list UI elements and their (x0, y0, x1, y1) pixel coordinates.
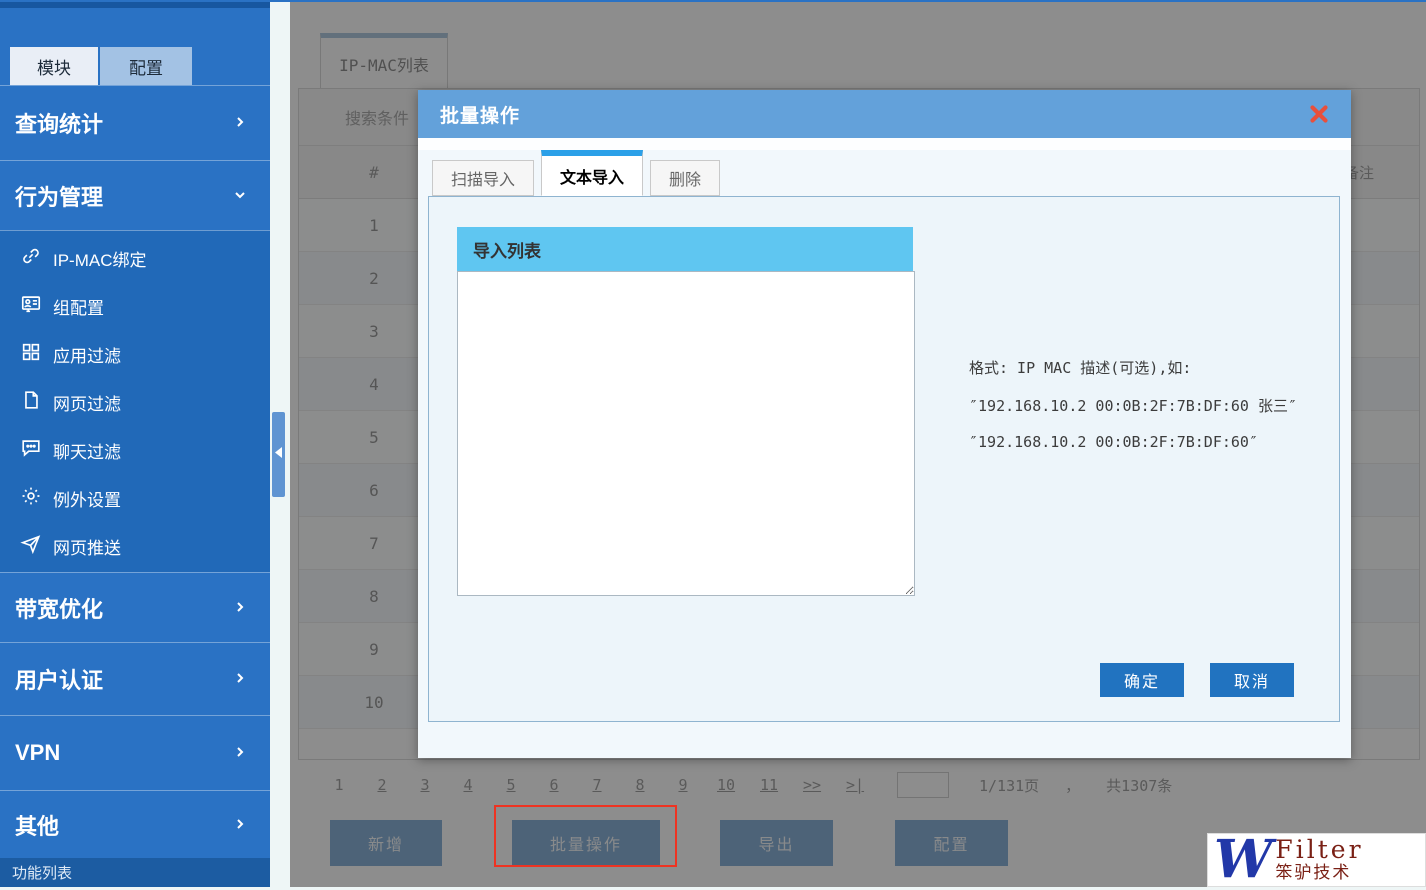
sidebar-group-bandwidth[interactable]: 带宽优化 (0, 572, 270, 642)
chevron-right-icon (232, 595, 248, 621)
format-hint-line: 格式: IP MAC 描述(可选),如: (969, 357, 1297, 378)
logo-w-initial: W (1214, 835, 1272, 885)
sidebar-tabs: 模块 配置 (0, 8, 270, 85)
page-icon (20, 389, 42, 416)
sidebar-footer-function-list[interactable]: 功能列表 (0, 858, 270, 887)
sidebar-item-web-push[interactable]: 网页推送 (0, 522, 270, 570)
link-icon (20, 245, 42, 272)
sidebar-group-other[interactable]: 其他 (0, 790, 270, 858)
group-label: 用户认证 (15, 663, 103, 695)
sidebar-item-web-filter[interactable]: 网页过滤 (0, 378, 270, 426)
sidebar-top-strip (0, 0, 270, 8)
chevron-right-icon (232, 666, 248, 692)
sidebar-submenu: IP-MAC绑定 组配置 应用过滤 网页过滤 聊天过滤 例外设置 网页推送 (0, 230, 270, 572)
chevron-right-icon (232, 110, 248, 136)
id-card-icon (20, 293, 42, 320)
ok-button[interactable]: 确定 (1100, 663, 1184, 697)
submenu-label: 组配置 (53, 294, 104, 319)
batch-operation-modal: 批量操作 扫描导入 文本导入 删除 导入列表 格式: IP MAC 描述(可选)… (418, 90, 1351, 758)
chevron-down-icon (232, 183, 248, 209)
chat-icon (20, 437, 42, 464)
submenu-label: 例外设置 (53, 486, 121, 511)
logo-subtitle: 笨驴技术 (1275, 863, 1363, 883)
gear-icon (20, 485, 42, 512)
sidebar-item-ip-mac-binding[interactable]: IP-MAC绑定 (0, 234, 270, 282)
group-label: 行为管理 (15, 180, 103, 212)
tab-config[interactable]: 配置 (100, 47, 192, 85)
import-list-textarea[interactable] (457, 271, 915, 596)
submenu-label: 应用过滤 (53, 342, 121, 367)
format-hint-line: ″192.168.10.2 00:0B:2F:7B:DF:60″ (969, 433, 1297, 451)
close-icon[interactable] (1309, 104, 1329, 124)
sidebar-item-app-filter[interactable]: 应用过滤 (0, 330, 270, 378)
modal-tabs: 扫描导入 文本导入 删除 (432, 150, 727, 196)
sidebar-group-vpn[interactable]: VPN (0, 715, 270, 790)
tab-modules[interactable]: 模块 (10, 47, 98, 85)
modal-tab-scan-import[interactable]: 扫描导入 (432, 160, 534, 196)
modal-header: 批量操作 (418, 90, 1351, 138)
import-list-header: 导入列表 (457, 227, 913, 271)
group-label: 带宽优化 (15, 592, 103, 624)
sidebar-item-chat-filter[interactable]: 聊天过滤 (0, 426, 270, 474)
submenu-label: 聊天过滤 (53, 438, 121, 463)
sidebar-item-exception-settings[interactable]: 例外设置 (0, 474, 270, 522)
modal-title: 批量操作 (440, 101, 520, 128)
modal-tab-delete[interactable]: 删除 (650, 160, 720, 196)
wfilter-logo: W Filter 笨驴技术 (1207, 833, 1426, 887)
sidebar: 模块 配置 查询统计 行为管理 IP-MAC绑定 组配置 应用过滤 网页过滤 聊… (0, 0, 270, 887)
format-hint: 格式: IP MAC 描述(可选),如: ″192.168.10.2 00:0B… (969, 357, 1297, 468)
submenu-label: 网页推送 (53, 534, 121, 559)
format-hint-line: ″192.168.10.2 00:0B:2F:7B:DF:60 张三″ (969, 395, 1297, 416)
modal-tab-panel: 导入列表 格式: IP MAC 描述(可选),如: ″192.168.10.2 … (428, 196, 1340, 722)
cancel-button[interactable]: 取消 (1210, 663, 1294, 697)
grid-icon (20, 341, 42, 368)
group-label: VPN (15, 740, 60, 766)
chevron-right-icon (232, 812, 248, 838)
sidebar-group-user-auth[interactable]: 用户认证 (0, 642, 270, 715)
sidebar-collapse-handle[interactable] (272, 412, 285, 497)
annotation-highlight-box (494, 805, 677, 867)
group-label: 其他 (15, 809, 59, 841)
chevron-right-icon (232, 740, 248, 766)
modal-tab-text-import[interactable]: 文本导入 (541, 150, 643, 196)
logo-name: Filter (1275, 837, 1363, 863)
submenu-label: IP-MAC绑定 (53, 246, 147, 271)
triangle-left-icon (274, 446, 283, 464)
sidebar-group-behavior-mgmt[interactable]: 行为管理 (0, 160, 270, 230)
submenu-label: 网页过滤 (53, 390, 121, 415)
send-icon (20, 533, 42, 560)
sidebar-group-query-stats[interactable]: 查询统计 (0, 85, 270, 160)
sidebar-item-group-config[interactable]: 组配置 (0, 282, 270, 330)
group-label: 查询统计 (15, 107, 103, 139)
